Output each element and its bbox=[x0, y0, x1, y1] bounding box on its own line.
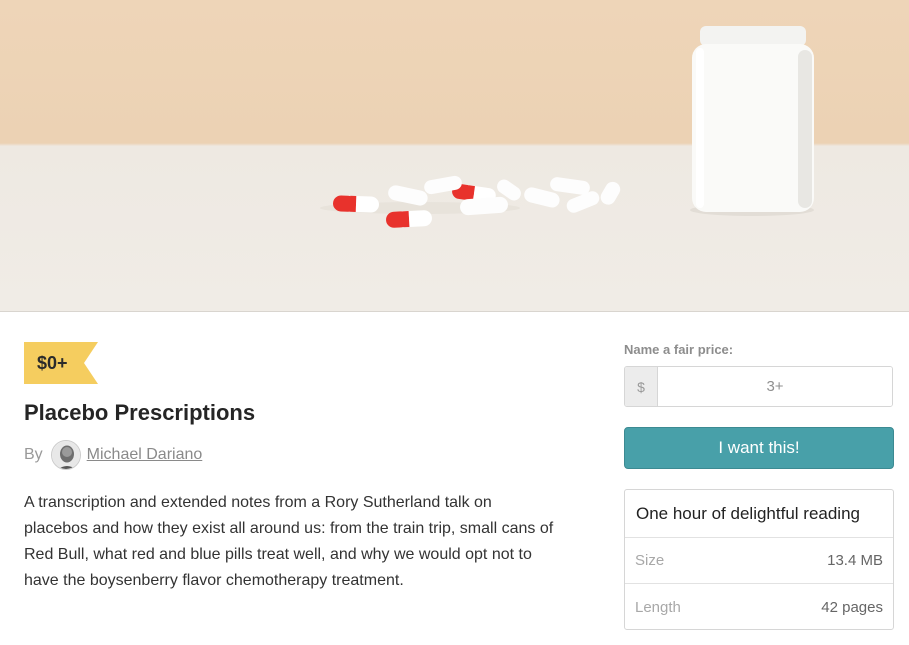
pills-illustration bbox=[320, 175, 621, 228]
currency-symbol: $ bbox=[625, 367, 658, 406]
info-value: 42 pages bbox=[821, 598, 883, 616]
info-summary: One hour of delightful reading bbox=[625, 490, 893, 538]
by-label: By bbox=[24, 446, 43, 463]
product-info-box: One hour of delightful reading Size 13.4… bbox=[624, 489, 894, 630]
product-description: A transcription and extended notes from … bbox=[24, 494, 554, 589]
byline: By Michael Dariano bbox=[24, 440, 202, 470]
info-value: 13.4 MB bbox=[827, 552, 883, 569]
author-link[interactable]: Michael Dariano bbox=[87, 446, 203, 464]
info-row-size: Size 13.4 MB bbox=[625, 538, 893, 584]
info-key: Length bbox=[635, 598, 681, 616]
price-tag-label: $0+ bbox=[37, 353, 68, 373]
info-row-length: Length 42 pages bbox=[625, 584, 893, 630]
price-tag: $0+ bbox=[24, 342, 98, 384]
price-field-label: Name a fair price: bbox=[624, 342, 734, 357]
product-title: Placebo Prescriptions bbox=[24, 400, 256, 425]
info-key: Size bbox=[635, 552, 665, 569]
bottle-illustration bbox=[690, 26, 814, 216]
buy-button[interactable]: I want this! bbox=[624, 427, 894, 469]
price-input[interactable] bbox=[658, 367, 892, 406]
cover-image bbox=[0, 0, 909, 312]
price-input-group: $ bbox=[624, 366, 893, 407]
author-avatar[interactable] bbox=[50, 440, 81, 470]
